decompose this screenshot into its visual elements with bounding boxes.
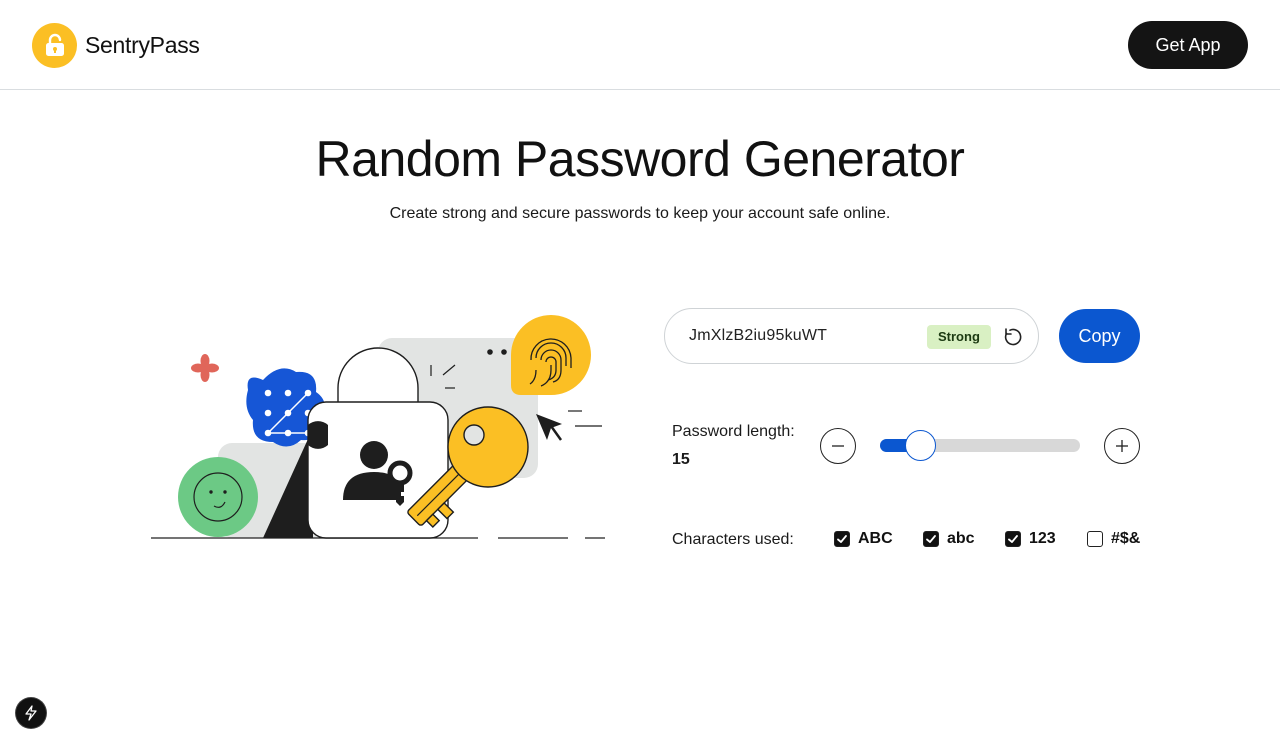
page-title: Random Password Generator (315, 131, 965, 187)
password-length-value: 15 (672, 451, 690, 468)
password-field[interactable]: JmXlzB2iu95kuWT Strong (664, 308, 1039, 364)
uppercase-checkbox[interactable] (834, 531, 850, 547)
check-icon (926, 535, 936, 543)
plus-icon (1116, 440, 1128, 452)
check-icon (837, 535, 847, 543)
uppercase-label: ABC (858, 530, 893, 547)
length-slider-thumb[interactable] (904, 430, 936, 461)
numbers-option[interactable]: 123 (1005, 530, 1056, 548)
characters-used-label: Characters used: (672, 531, 794, 548)
numbers-checkbox[interactable] (1005, 531, 1021, 547)
check-icon (1008, 535, 1018, 543)
get-app-button[interactable]: Get App (1128, 21, 1248, 69)
uppercase-option[interactable]: ABC (834, 530, 893, 548)
security-illustration (151, 315, 605, 539)
decrease-length-button[interactable] (820, 428, 856, 464)
brand[interactable]: SentryPass (32, 22, 200, 68)
symbols-label: #$& (1111, 530, 1141, 547)
symbols-option[interactable]: #$& (1087, 530, 1140, 548)
lowercase-checkbox[interactable] (923, 531, 939, 547)
brand-name: SentryPass (85, 31, 200, 58)
increase-length-button[interactable] (1104, 428, 1140, 464)
bolt-icon[interactable] (16, 698, 46, 728)
site-header: SentryPass Get App (0, 0, 1280, 90)
numbers-label: 123 (1029, 530, 1056, 547)
refresh-icon[interactable] (1000, 325, 1024, 349)
symbols-checkbox[interactable] (1087, 531, 1103, 547)
lowercase-label: abc (947, 530, 975, 547)
minus-icon (832, 445, 844, 447)
strength-badge: Strong (927, 325, 991, 349)
lowercase-option[interactable]: abc (923, 530, 975, 548)
lock-icon (32, 22, 77, 68)
password-length-label: Password length: (672, 423, 795, 440)
copy-button[interactable]: Copy (1059, 309, 1140, 363)
length-slider[interactable] (880, 430, 1080, 461)
page-subtitle: Create strong and secure passwords to ke… (389, 205, 891, 222)
password-value[interactable]: JmXlzB2iu95kuWT (689, 327, 827, 345)
